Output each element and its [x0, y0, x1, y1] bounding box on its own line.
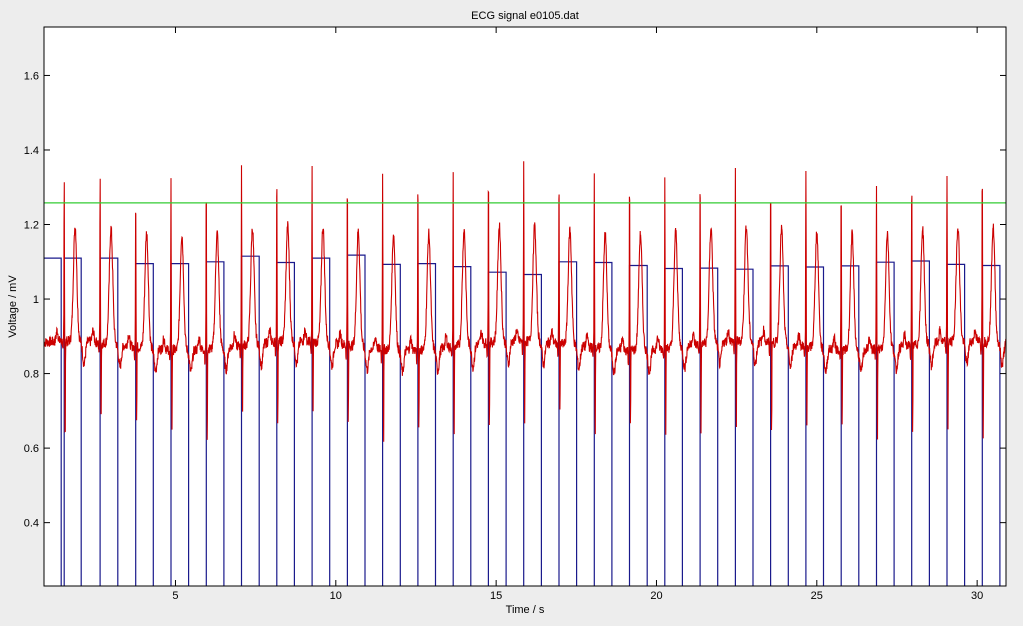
- y-tick-label: 1: [33, 294, 39, 306]
- y-tick-label: 1.6: [24, 70, 39, 82]
- y-tick-label: 0.6: [24, 443, 39, 455]
- y-tick-label: 0.8: [24, 369, 39, 381]
- y-tick-label: 0.4: [24, 518, 39, 530]
- x-tick-label: 30: [971, 590, 983, 602]
- x-tick-label: 20: [650, 590, 662, 602]
- y-tick-label: 1.2: [24, 220, 39, 232]
- chart-title: ECG signal e0105.dat: [471, 10, 579, 22]
- x-tick-label: 5: [172, 590, 178, 602]
- x-tick-label: 25: [811, 590, 823, 602]
- y-axis-label: Voltage / mV: [7, 275, 19, 338]
- x-tick-label: 10: [330, 590, 342, 602]
- x-axis-label: Time / s: [506, 604, 545, 616]
- y-tick-label: 1.4: [24, 145, 39, 157]
- ecg-chart: 5 10 15 20 25 30 0.4 0.6 0.8 1 1.2 1.4 1.6 ECG signa…: [0, 0, 1023, 626]
- x-tick-label: 15: [490, 590, 502, 602]
